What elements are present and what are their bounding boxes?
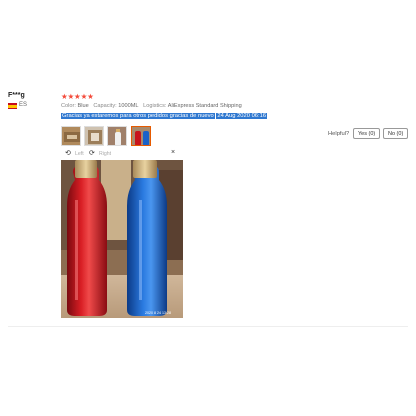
- logistics-value: AliExpress Standard Shipping: [167, 103, 242, 109]
- photo-timestamp: 2020 8 24 13:28: [145, 311, 171, 315]
- color-label: Color:: [61, 103, 76, 109]
- rotate-left-label[interactable]: Left: [75, 151, 84, 157]
- review-thumbnail-2[interactable]: [84, 126, 104, 146]
- rotate-left-icon[interactable]: ⟲: [65, 149, 71, 157]
- review-thumbnail-4-selected[interactable]: [131, 126, 151, 146]
- capacity-label: Capacity:: [93, 103, 117, 109]
- color-value: Blue: [77, 103, 89, 109]
- spain-flag-icon: [8, 103, 17, 109]
- review-date: 24 Aug 2020 06:16: [216, 113, 268, 119]
- logistics-label: Logistics:: [143, 103, 167, 109]
- thumbnail-bottles-image: [132, 127, 150, 145]
- close-icon[interactable]: ×: [171, 149, 175, 156]
- review-divider: [8, 326, 408, 327]
- thumbnail-white-bottle-image: [108, 127, 126, 145]
- review-thumbnail-3[interactable]: [107, 126, 127, 146]
- helpful-yes-button[interactable]: Yes (0): [353, 128, 381, 139]
- thumbnail-package-image: [62, 127, 80, 145]
- review-text-line: Gracias ya estaremos para otros pedidos …: [61, 113, 268, 119]
- water-bottles-photo: 2020 8 24 13:28: [61, 160, 183, 318]
- rotate-right-icon[interactable]: ⟳: [89, 149, 95, 157]
- thumbnail-box-image: [85, 127, 103, 145]
- star-rating: ★★★★★: [61, 92, 94, 101]
- rotate-right-label[interactable]: Right: [99, 151, 111, 157]
- reviewer-country: ES: [19, 102, 28, 108]
- helpful-no-button[interactable]: No (0): [383, 128, 409, 139]
- review-text: Gracias ya estaremos para otros pedidos …: [61, 113, 215, 119]
- review-photo-large: 2020 8 24 13:28: [61, 160, 183, 318]
- reviewer-name: F***g: [8, 92, 25, 99]
- review-thumbnail-1[interactable]: [61, 126, 81, 146]
- helpful-label: Helpful?: [328, 131, 350, 137]
- order-attributes: Color: Blue Capacity: 1000ML Logistics: …: [61, 103, 242, 109]
- image-viewer-toolbar: ⟲ Left ⟳ Right ×: [61, 149, 183, 159]
- capacity-value: 1000ML: [118, 103, 139, 109]
